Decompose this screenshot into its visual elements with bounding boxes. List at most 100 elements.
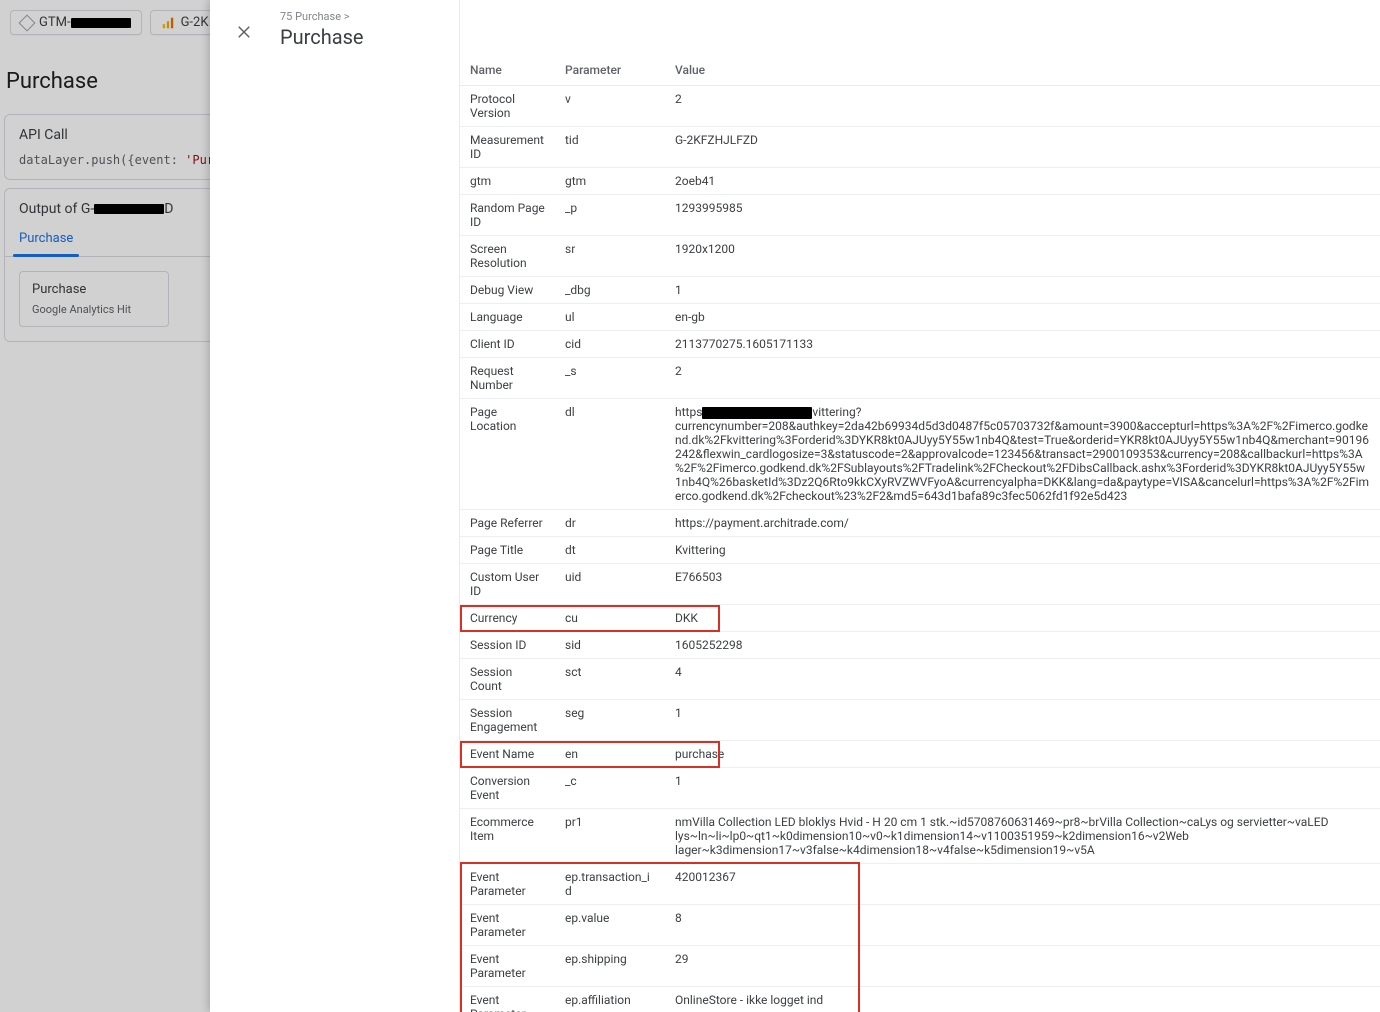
- cell-name: Measurement ID: [460, 127, 555, 168]
- cell-name: Language: [460, 304, 555, 331]
- cell-param: _c: [555, 768, 665, 809]
- cell-name: Request Number: [460, 358, 555, 399]
- cell-param: sr: [555, 236, 665, 277]
- redaction-block: [702, 407, 812, 419]
- table-row: Event Parameterep.value8: [460, 905, 1380, 946]
- cell-name: Protocol Version: [460, 86, 555, 127]
- table-row: Protocol Versionv2: [460, 86, 1380, 127]
- cell-name: Conversion Event: [460, 768, 555, 809]
- table-row: Event Nameenpurchase: [460, 741, 1380, 768]
- cell-value: 8: [665, 905, 1380, 946]
- cell-value: 2oeb41: [665, 168, 1380, 195]
- col-value: Value: [665, 55, 1380, 86]
- table-row: Event Parameterep.shipping29: [460, 946, 1380, 987]
- cell-value: 420012367: [665, 864, 1380, 905]
- cell-param: _p: [555, 195, 665, 236]
- table-row: Debug View_dbg1: [460, 277, 1380, 304]
- cell-name: Screen Resolution: [460, 236, 555, 277]
- cell-name: Session Engagement: [460, 700, 555, 741]
- cell-value: nmVilla Collection LED bloklys Hvid - H …: [665, 809, 1380, 864]
- table-row: Page TitledtKvittering: [460, 537, 1380, 564]
- cell-value: 1: [665, 277, 1380, 304]
- cell-value: 4: [665, 659, 1380, 700]
- col-name: Name: [460, 55, 555, 86]
- cell-param: ep.value: [555, 905, 665, 946]
- table-row: Page Locationdlhttpsvittering?currencynu…: [460, 399, 1380, 510]
- cell-name: gtm: [460, 168, 555, 195]
- drawer-title: Purchase: [280, 25, 364, 49]
- table-row: Session Countsct4: [460, 659, 1380, 700]
- cell-value: 1920x1200: [665, 236, 1380, 277]
- table-row: Request Number_s2: [460, 358, 1380, 399]
- cell-param: v: [555, 86, 665, 127]
- cell-value: Kvittering: [665, 537, 1380, 564]
- table-row: Session IDsid1605252298: [460, 632, 1380, 659]
- cell-name: Page Location: [460, 399, 555, 510]
- cell-name: Page Title: [460, 537, 555, 564]
- cell-value: en-gb: [665, 304, 1380, 331]
- table-row: gtmgtm2oeb41: [460, 168, 1380, 195]
- cell-name: Debug View: [460, 277, 555, 304]
- parameters-table: Name Parameter Value Protocol Versionv2M…: [460, 55, 1380, 1012]
- table-row: Ecommerce Itempr1nmVilla Collection LED …: [460, 809, 1380, 864]
- cell-param: seg: [555, 700, 665, 741]
- cell-param: _s: [555, 358, 665, 399]
- table-row: Custom User IDuidE766503: [460, 564, 1380, 605]
- cell-param: cu: [555, 605, 665, 632]
- cell-value: 1: [665, 768, 1380, 809]
- cell-value: DKK: [665, 605, 1380, 632]
- cell-param: en: [555, 741, 665, 768]
- table-row: Event Parameterep.transaction_id42001236…: [460, 864, 1380, 905]
- table-row: Conversion Event_c1: [460, 768, 1380, 809]
- cell-value: https://payment.architrade.com/: [665, 510, 1380, 537]
- cell-param: dl: [555, 399, 665, 510]
- table-row: Client IDcid2113770275.1605171133: [460, 331, 1380, 358]
- cell-name: Client ID: [460, 331, 555, 358]
- cell-name: Event Name: [460, 741, 555, 768]
- details-drawer: 75 Purchase > Purchase Name Parameter Va…: [210, 0, 1380, 1012]
- cell-value: G-2KFZHJLFZD: [665, 127, 1380, 168]
- cell-value: 1293995985: [665, 195, 1380, 236]
- cell-value: 2: [665, 86, 1380, 127]
- cell-param: gtm: [555, 168, 665, 195]
- cell-name: Session ID: [460, 632, 555, 659]
- cell-value: httpsvittering?currencynumber=208&authke…: [665, 399, 1380, 510]
- table-row: Session Engagementseg1: [460, 700, 1380, 741]
- cell-name: Ecommerce Item: [460, 809, 555, 864]
- cell-name: Page Referrer: [460, 510, 555, 537]
- cell-param: _dbg: [555, 277, 665, 304]
- cell-value: 2: [665, 358, 1380, 399]
- table-row: Event Parameterep.affiliationOnlineStore…: [460, 987, 1380, 1012]
- cell-value: 1605252298: [665, 632, 1380, 659]
- cell-name: Event Parameter: [460, 987, 555, 1012]
- drawer-left-pane: [210, 0, 460, 1012]
- cell-name: Custom User ID: [460, 564, 555, 605]
- cell-value: OnlineStore - ikke logget ind: [665, 987, 1380, 1012]
- cell-value: 1: [665, 700, 1380, 741]
- table-row: Screen Resolutionsr1920x1200: [460, 236, 1380, 277]
- cell-param: pr1: [555, 809, 665, 864]
- cell-value: 2113770275.1605171133: [665, 331, 1380, 358]
- table-row: Random Page ID_p1293995985: [460, 195, 1380, 236]
- table-row: Page Referrerdrhttps://payment.architrad…: [460, 510, 1380, 537]
- breadcrumb: 75 Purchase >: [280, 10, 364, 23]
- cell-param: ep.affiliation: [555, 987, 665, 1012]
- close-button[interactable]: [230, 18, 258, 46]
- cell-param: sct: [555, 659, 665, 700]
- cell-param: cid: [555, 331, 665, 358]
- cell-param: ep.transaction_id: [555, 864, 665, 905]
- cell-name: Event Parameter: [460, 864, 555, 905]
- cell-param: dt: [555, 537, 665, 564]
- cell-value: E766503: [665, 564, 1380, 605]
- cell-name: Currency: [460, 605, 555, 632]
- col-param: Parameter: [555, 55, 665, 86]
- cell-param: tid: [555, 127, 665, 168]
- cell-param: ul: [555, 304, 665, 331]
- cell-value: 29: [665, 946, 1380, 987]
- cell-name: Random Page ID: [460, 195, 555, 236]
- cell-name: Event Parameter: [460, 905, 555, 946]
- table-row: Languageulen-gb: [460, 304, 1380, 331]
- cell-param: ep.shipping: [555, 946, 665, 987]
- table-row: Measurement IDtidG-2KFZHJLFZD: [460, 127, 1380, 168]
- cell-value: purchase: [665, 741, 1380, 768]
